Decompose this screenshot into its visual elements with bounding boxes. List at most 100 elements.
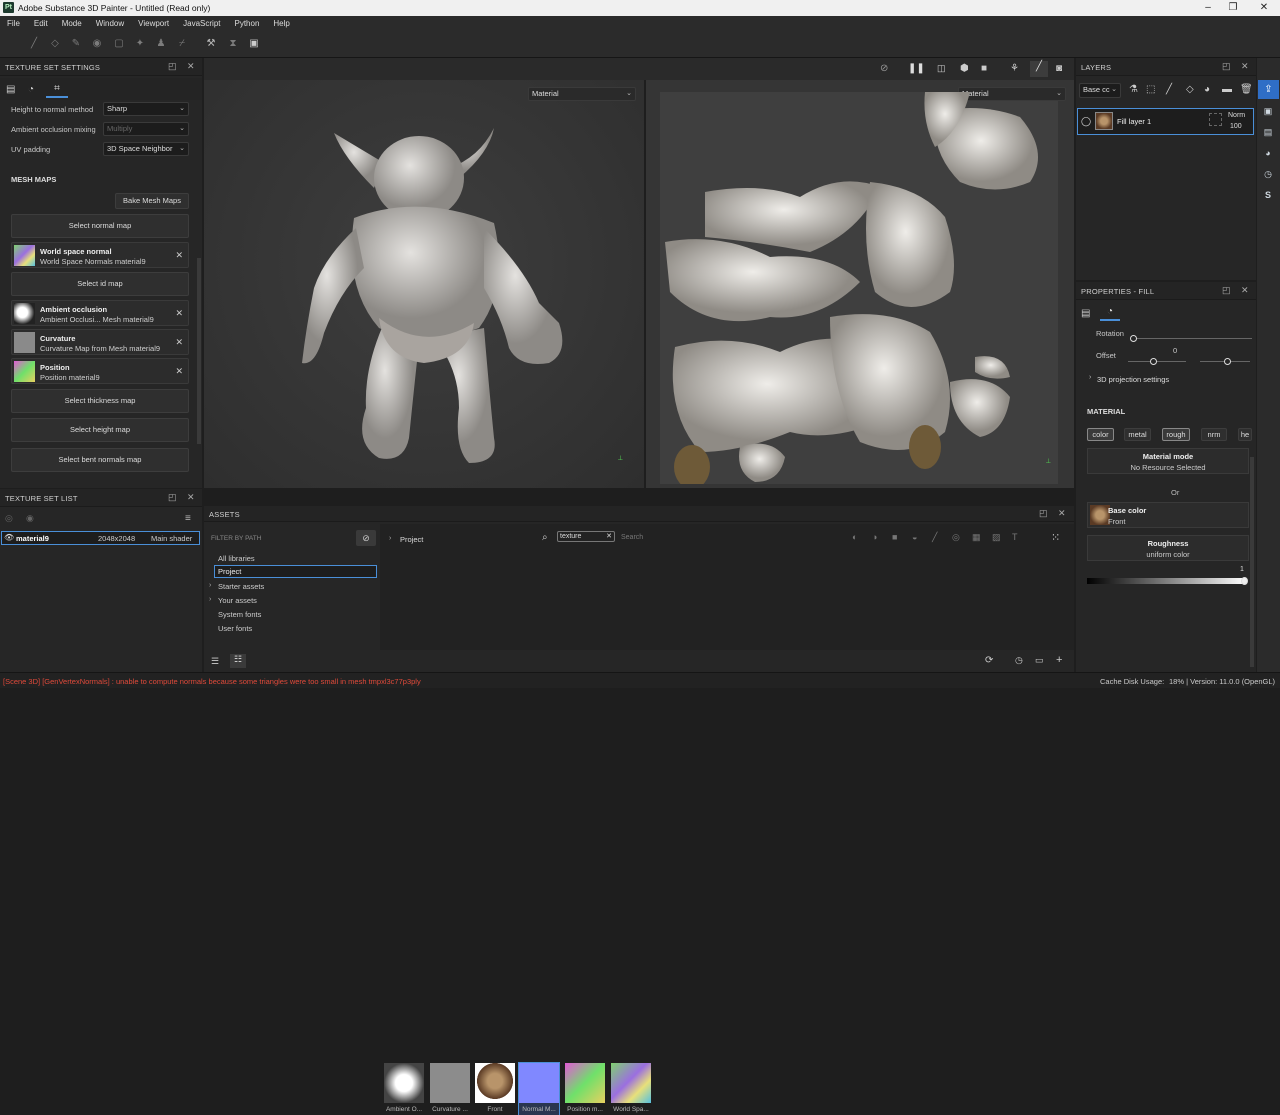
shader-settings-icon[interactable]: ▤ [1262,127,1274,139]
menu-file[interactable]: File [0,16,27,31]
eraser-icon[interactable]: ◇ [49,38,61,50]
roughness-slider-handle[interactable] [1241,577,1248,585]
channel-nrm-button[interactable]: nrm [1201,428,1227,441]
rotation-slider-handle[interactable] [1130,335,1137,342]
filter-material-icon[interactable]: ◐ [852,532,857,542]
material-mode-field[interactable]: Material mode No Resource Selected [1087,448,1249,474]
minimize-icon[interactable]: – [1194,1,1222,15]
rotation-slider[interactable] [1132,338,1252,339]
bake-icon[interactable]: ⚒ [205,38,217,50]
smudge-icon[interactable]: ▢ [113,38,125,50]
history-dock-icon[interactable]: ◷ [1262,169,1274,181]
substance-source-icon[interactable]: S [1262,190,1274,202]
filter-environment-icon[interactable]: ▨ [992,532,1001,543]
offset-x-slider[interactable] [1128,361,1186,362]
bake-mesh-maps-button[interactable]: Bake Mesh Maps [115,193,189,209]
menu-mode[interactable]: Mode [55,16,89,31]
uv-padding-select[interactable]: 3D Space Neighbor ⌄ [103,142,189,156]
asset-item[interactable]: World Spa... [611,1063,651,1115]
asset-item[interactable]: Front [475,1063,515,1115]
filter-alpha-icon[interactable]: ◒ [912,532,917,542]
add-folder-icon[interactable]: ▬ [1222,84,1232,95]
ao-mixing-select[interactable]: Multiply ⌄ [103,122,189,136]
effects-icon[interactable]: ⚗ [1129,84,1138,95]
light-icon[interactable]: ⚘ [1010,63,1019,74]
add-paint-layer-icon[interactable]: ╱ [1166,84,1172,95]
paint-mode-icon[interactable]: ╱ [1030,61,1048,77]
close-panel-icon[interactable]: ✕ [1241,61,1249,72]
share-icon[interactable]: ⇪ [1258,80,1279,99]
clear-tag-icon[interactable]: ✕ [606,532,612,541]
roughness-field[interactable]: Roughness uniform color [1087,535,1249,561]
export-icon[interactable]: ▣ [248,38,260,50]
float-icon[interactable]: ◰ [168,492,177,503]
menu-icon[interactable]: ≡ [185,513,191,524]
list-view-icon[interactable]: ☰ [211,656,219,667]
viewer-settings-icon[interactable]: ◕ [1262,148,1274,160]
channel-color-button[interactable]: color [1087,428,1114,441]
visibility-icon[interactable]: ◎ [5,513,13,524]
asset-item-selected[interactable]: Normal M... [518,1062,560,1115]
channel-height-button[interactable]: he [1238,428,1252,441]
view-mode-icon[interactable]: ◫ [937,63,946,74]
float-icon[interactable]: ◰ [1222,285,1231,296]
select-id-map-button[interactable]: Select id map [11,272,189,296]
menu-window[interactable]: Window [89,16,131,31]
texture-set-row[interactable]: 👁 material9 2048x2048 Main shader [1,531,200,545]
remove-map-icon[interactable]: ✕ [175,337,183,348]
add-mask-icon[interactable]: ⬚ [1146,84,1155,95]
base-color-field[interactable]: Base color Front [1087,502,1249,528]
chevron-right-icon[interactable]: › [209,596,211,603]
tree-starter-assets[interactable]: Starter assets [218,582,264,591]
viewport-2d[interactable]: Material ⌄ ⟂ [646,80,1074,488]
scrollbar[interactable] [1250,457,1254,667]
tree-user-fonts[interactable]: User fonts [218,624,252,633]
tab-material-icon[interactable]: ◔ [1100,303,1120,321]
filter-mask-icon[interactable]: ■ [892,532,897,542]
scrollbar[interactable] [197,258,201,444]
viewport-3d-mode-select[interactable]: Material ⌄ [528,87,636,101]
eye-icon[interactable]: ◉ [26,513,34,524]
ambient-occlusion-map-row[interactable]: Ambient occlusion Ambient Occlusi... Mes… [11,300,189,326]
chevron-right-icon[interactable]: › [389,535,391,542]
polygon-fill-icon[interactable]: ♟ [155,38,167,50]
select-normal-map-button[interactable]: Select normal map [11,214,189,238]
projection-icon[interactable]: ✎ [70,38,82,50]
display-settings-icon[interactable]: ▣ [1262,106,1274,118]
tree-project-row[interactable]: Project [214,565,377,578]
layer-opacity[interactable]: 100 [1230,123,1242,130]
filter-font-icon[interactable]: T [1012,532,1018,542]
filter-texture-icon[interactable]: ▦ [972,532,981,543]
chevron-right-icon[interactable]: › [1089,374,1091,381]
filter-toggle-icon[interactable]: ⊘ [356,530,376,546]
position-map-row[interactable]: Position Position material9 ✕ [11,358,189,384]
close-panel-icon[interactable]: ✕ [187,492,195,503]
paint-brush-icon[interactable]: ╱ [28,38,40,50]
viewport-3d[interactable]: Material ⌄ ⟂ [204,80,644,488]
filter-particle-icon[interactable]: ◎ [952,532,960,543]
clone-icon[interactable]: ✦ [134,38,146,50]
menu-help[interactable]: Help [266,16,296,31]
remove-map-icon[interactable]: ✕ [175,366,183,377]
chevron-right-icon[interactable]: › [209,582,211,589]
add-fill-layer-icon[interactable]: ◇ [1186,84,1194,95]
tree-view-icon[interactable]: ☷ [230,654,246,668]
tab-shader-icon[interactable]: ◔ [28,84,34,95]
select-height-map-button[interactable]: Select height map [11,418,189,442]
offset-y-handle[interactable] [1224,358,1231,365]
remove-map-icon[interactable]: ✕ [175,308,183,319]
select-bent-normals-map-button[interactable]: Select bent normals map [11,448,189,472]
float-icon[interactable]: ◰ [168,61,177,72]
measure-icon[interactable]: ⧗ [227,38,239,50]
delete-layer-icon[interactable]: 🗑 [1240,84,1253,95]
tree-all-libraries[interactable]: All libraries [218,554,255,563]
breadcrumb-project[interactable]: Project [400,535,423,544]
filter-brush-icon[interactable]: ╱ [932,532,937,543]
search-input[interactable]: Search [621,534,643,541]
maximize-icon[interactable]: ❐ [1219,1,1247,15]
filter-smart-material-icon[interactable]: ◑ [872,532,877,542]
grid-view-icon[interactable]: ⁙ [1051,531,1060,544]
channel-metal-button[interactable]: metal [1124,428,1151,441]
world-normal-map-row[interactable]: World space normal World Space Normals m… [11,242,189,268]
channel-rough-button[interactable]: rough [1162,428,1190,441]
